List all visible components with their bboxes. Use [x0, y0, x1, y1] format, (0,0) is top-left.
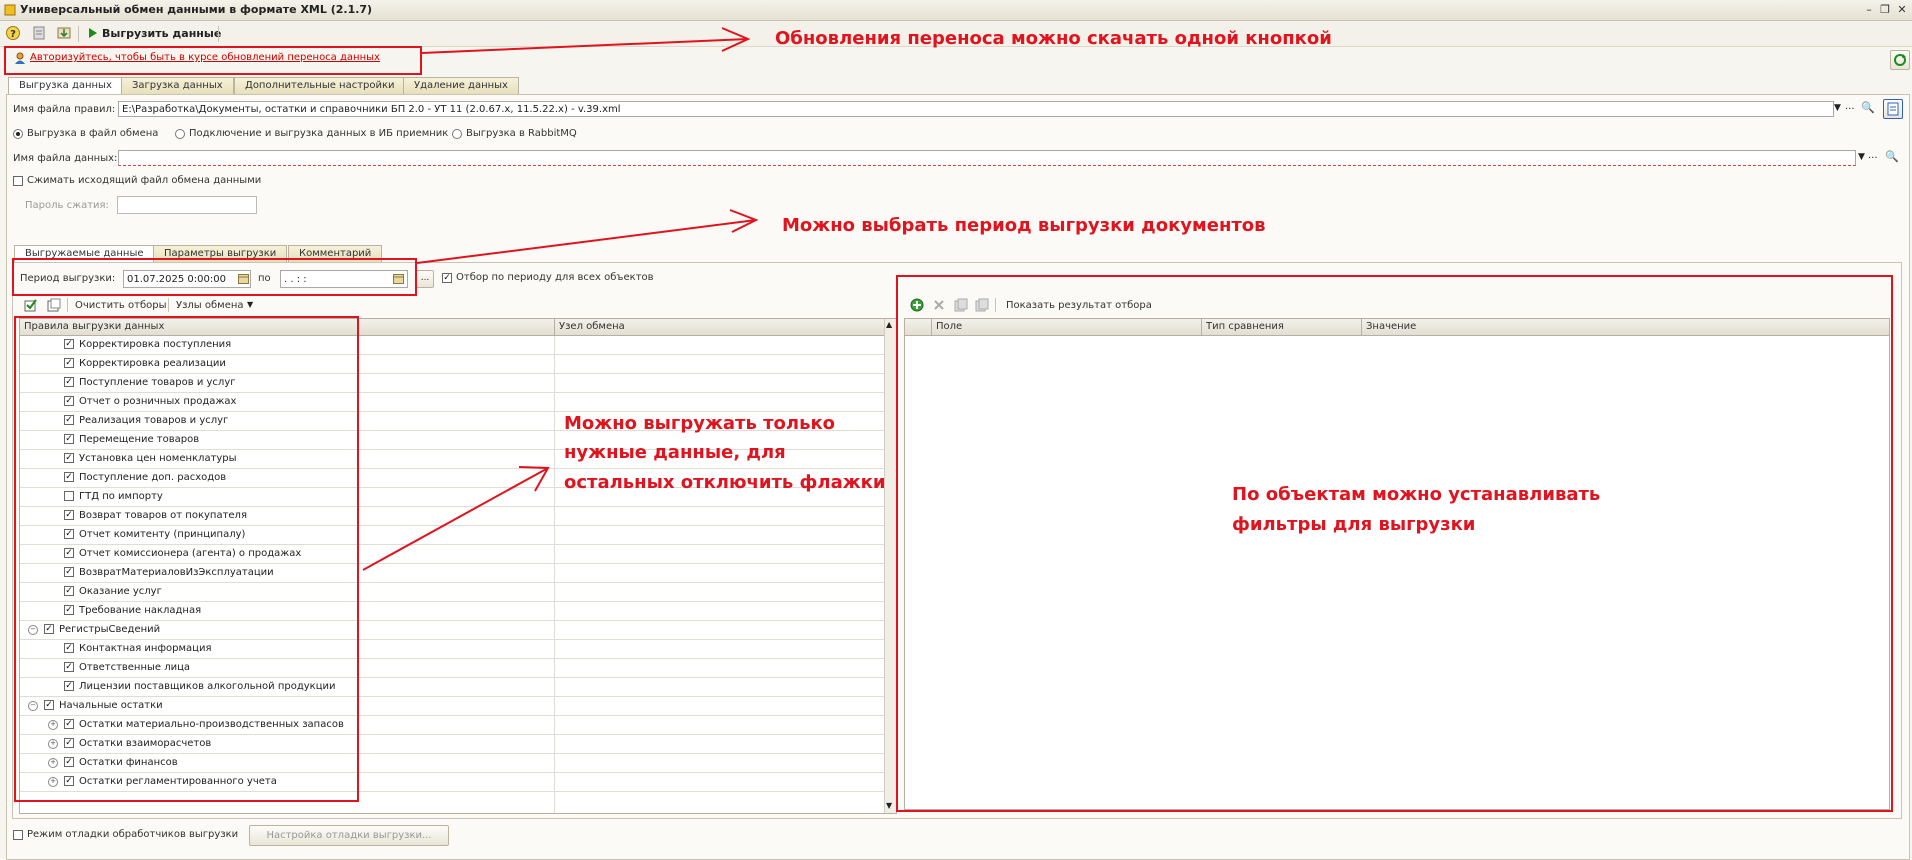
arrow-flags: [362, 467, 549, 571]
arrow-updates: [421, 38, 749, 54]
app-window: Универсальный обмен данными в формате XM…: [0, 0, 1912, 860]
arrow-period: [416, 219, 757, 264]
annotation-arrows: [362, 27, 759, 571]
